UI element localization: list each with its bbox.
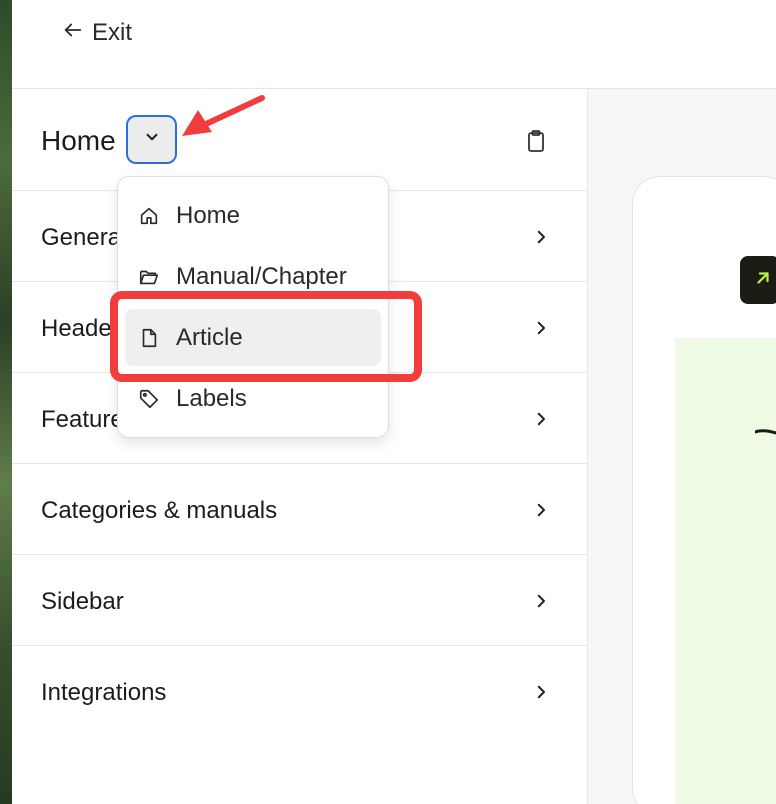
section-categories-manuals[interactable]: Categories & manuals [12, 464, 587, 555]
chevron-right-icon [537, 321, 545, 335]
arrow-up-right-icon [754, 269, 772, 292]
arrow-left-icon [62, 19, 84, 48]
annotation-arrow-icon [182, 95, 265, 136]
home-icon [138, 205, 160, 227]
exit-button[interactable]: Exit [62, 19, 133, 48]
section-label: Categories & manuals [41, 497, 278, 524]
page-title: Home [41, 125, 116, 156]
menu-item-label: Home [176, 201, 241, 229]
chevron-right-icon [537, 594, 545, 608]
folder-open-icon [138, 266, 160, 288]
chevron-right-icon [537, 412, 545, 426]
exit-label: Exit [92, 19, 133, 46]
tag-icon [138, 388, 160, 410]
desktop-wallpaper [0, 0, 12, 804]
section-integrations[interactable]: Integrations [12, 646, 587, 737]
chevron-right-icon [537, 503, 545, 517]
section-label: General [41, 224, 127, 251]
section-sidebar[interactable]: Sidebar [12, 555, 587, 646]
preview-badge[interactable] [740, 256, 776, 304]
section-label: Integrations [41, 679, 167, 706]
chevron-down-icon [143, 128, 161, 151]
menu-item-label: Labels [176, 384, 247, 412]
menu-item-home[interactable]: Home [125, 187, 381, 244]
page-type-dropdown-toggle[interactable] [126, 115, 177, 164]
preview-body [675, 338, 776, 804]
menu-item-label: Manual/Chapter [176, 262, 347, 290]
preview-logo-mark [755, 429, 776, 435]
section-label: Sidebar [41, 588, 124, 615]
top-bar: Exit [12, 0, 776, 89]
chevron-right-icon [537, 685, 545, 699]
section-label: Header [41, 315, 120, 342]
annotation-highlight-box [110, 291, 422, 382]
chevron-right-icon [537, 230, 545, 244]
clipboard-icon[interactable] [524, 128, 548, 154]
